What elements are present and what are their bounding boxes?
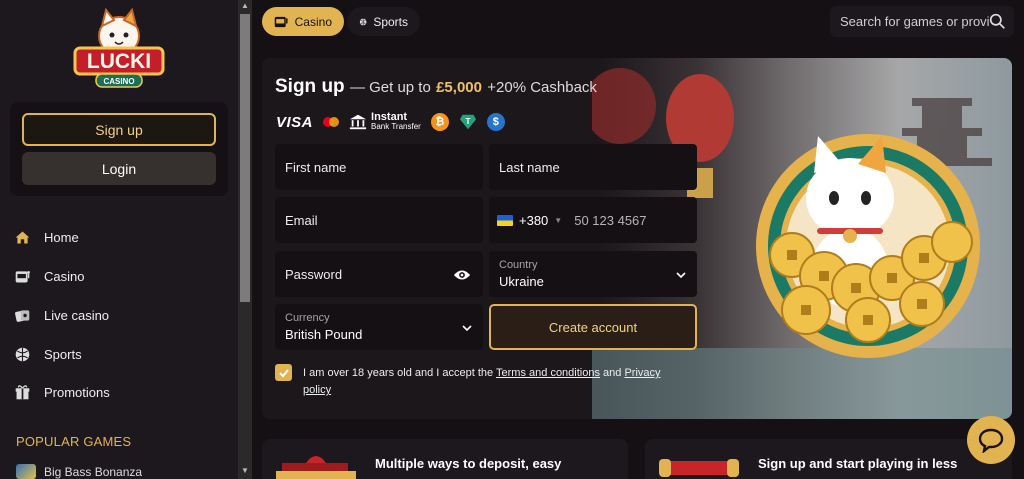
tab-casino[interactable]: Casino [262,7,344,36]
tab-label: Casino [294,14,332,29]
signup-headline: Sign up — Get up to £5,000 +20% Cashback [275,76,597,98]
phone-country-code[interactable]: +380 [519,213,548,228]
ball-icon [359,18,367,25]
instant-label: Instant [371,111,408,123]
last-name-placeholder: Last name [499,159,560,175]
lantern-icon [592,68,656,144]
sidebar-item-label: Live casino [44,307,110,323]
logo-text: LUCKI [87,50,151,73]
gift-icon [15,384,30,399]
search-input[interactable] [840,14,990,29]
sidebar-item-promotions[interactable]: Promotions [14,381,110,403]
instant-bank-transfer-logo: Instant Bank Transfer [349,111,421,131]
slot-machine-icon [274,16,288,27]
password-placeholder: Password [285,266,343,282]
terms-prefix: I am over 18 years old and I accept the [303,367,494,379]
first-name-field[interactable]: First name [275,144,483,190]
chat-bubble-icon [978,428,1004,453]
game-thumbnail [16,464,36,479]
phone-placeholder: 50 123 4567 [574,212,647,228]
svg-text:T: T [465,117,470,126]
headline-amount: £5,000 [436,79,482,96]
visa-logo: VISA [276,113,314,131]
currency-value: British Pound [285,327,363,342]
sidebar-item-label: Sports [44,346,82,362]
tether-icon: T [459,113,477,131]
headline-suffix: +20% Cashback [487,79,597,96]
scroll-up-arrow-icon[interactable]: ▲ [241,2,249,10]
currency-label: Currency [285,312,330,324]
mastercard-icon [323,117,340,127]
sidebar-item-label: Casino [44,268,85,284]
email-placeholder: Email [285,212,318,228]
sidebar-item-live-casino[interactable]: Live casino [14,304,109,326]
email-field[interactable]: Email [275,197,483,243]
sidebar-item-casino[interactable]: Casino [14,265,84,287]
scrollbar-thumb[interactable] [240,14,250,302]
search-box[interactable] [830,6,1014,37]
page: LUCKI CASINO Sign up Login Home Casino L… [0,0,1024,479]
headline-title: Sign up [275,76,345,97]
sidebar-item-sports[interactable]: Sports [14,343,82,365]
bitcoin-icon: ₿ [430,113,449,131]
payment-methods: VISA Instant Bank Transfer ₿ T $ [276,111,505,133]
scroll-icon [659,459,739,477]
terms-and: and [603,367,622,379]
currency-select[interactable]: Currency British Pound [275,304,483,350]
headline-prefix: — Get up to [349,79,431,96]
phone-field[interactable]: +380 ▼ 50 123 4567 [489,197,697,243]
logo-subtext: CASINO [103,77,134,86]
caret-down-icon[interactable]: ▼ [554,216,562,225]
scroll-down-arrow-icon[interactable]: ▼ [241,467,249,475]
card-signup-title: Sign up and start playing in less [758,456,958,471]
tab-sports[interactable]: Sports [347,7,420,36]
slot-machine-icon [15,270,30,282]
sidebar-item-home[interactable]: Home [14,226,79,248]
country-value: Ukraine [499,274,544,289]
terms-link[interactable]: Terms and conditions [496,367,600,379]
game-title: Big Bass Bonanza [44,464,143,479]
usdc-icon: $ [486,113,505,131]
tab-label: Sports [373,14,408,29]
home-icon [15,231,30,243]
sidebar-item-label: Home [44,229,79,245]
terms-text: I am over 18 years old and I accept the … [303,365,683,399]
popular-games-heading: POPULAR GAMES [16,434,132,449]
country-label: Country [499,259,538,271]
ukraine-flag-icon[interactable] [497,214,513,226]
lucki-casino-logo[interactable]: LUCKI CASINO [72,6,166,90]
password-field[interactable]: Password [275,251,483,297]
ball-icon [15,347,30,361]
card-deposit-title: Multiple ways to deposit, easy [375,456,562,471]
sidebar-signup-button[interactable]: Sign up [22,113,216,146]
terms-checkbox[interactable] [275,364,292,381]
country-select[interactable]: Country Ukraine [489,251,697,297]
gift-box-icon [276,456,356,479]
sidebar-login-button[interactable]: Login [22,152,216,185]
chevron-down-icon[interactable] [461,322,473,334]
checkmark-icon [278,368,289,377]
search-icon[interactable] [989,13,1006,30]
sidebar-item-label: Promotions [44,384,110,400]
last-name-field[interactable]: Last name [489,144,697,190]
first-name-placeholder: First name [285,159,347,175]
bank-icon [349,114,367,130]
create-account-button[interactable]: Create account [489,304,697,350]
bank-transfer-label: Bank Transfer [371,122,421,131]
chevron-down-icon[interactable] [675,269,687,281]
cards-icon [15,309,30,322]
popular-game-item[interactable]: Big Bass Bonanza [16,464,142,479]
chat-support-button[interactable] [967,416,1015,464]
eye-icon[interactable] [453,267,471,283]
